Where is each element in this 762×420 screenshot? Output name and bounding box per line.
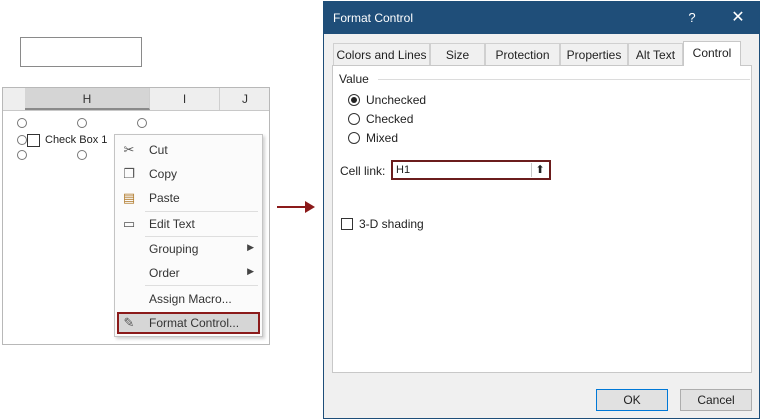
cell-link-input[interactable]	[396, 163, 526, 177]
column-header-i[interactable]: I	[150, 88, 220, 110]
tab-alt-text[interactable]: Alt Text	[628, 43, 683, 65]
check-box-1[interactable]	[27, 134, 40, 147]
menu-item-label: Format Control...	[149, 316, 240, 330]
menu-item-cut[interactable]: ✂ Cut	[117, 139, 260, 161]
format-control-icon: ✎	[123, 315, 135, 330]
pointer-arrow	[277, 206, 307, 208]
dialog-titlebar[interactable]: Format Control ? ✕	[324, 2, 759, 34]
menu-item-label: Paste	[149, 191, 180, 205]
menu-item-edit-text[interactable]: ▭ Edit Text	[117, 213, 260, 235]
submenu-arrow-icon: ▶	[247, 266, 254, 276]
3d-shading-label[interactable]: 3-D shading	[359, 217, 424, 231]
check-box-1-label: Check Box 1	[45, 134, 108, 146]
menu-item-label: Copy	[149, 167, 178, 181]
menu-item-copy[interactable]: ❐ Copy	[117, 163, 260, 185]
tab-colors-and-lines[interactable]: Colors and Lines	[333, 43, 430, 65]
pointer-arrow-head	[305, 201, 315, 213]
close-icon[interactable]: ✕	[726, 8, 750, 28]
value-group-label: Value	[339, 72, 369, 86]
cell-link-field[interactable]: ⬆	[391, 160, 551, 180]
tab-size[interactable]: Size	[430, 43, 485, 65]
paste-icon: ▤	[122, 190, 136, 205]
radio-checked-label[interactable]: Checked	[366, 112, 413, 126]
menu-item-paste[interactable]: ▤ Paste	[117, 187, 260, 209]
radio-checked[interactable]	[348, 113, 360, 125]
menu-item-format-control[interactable]: ✎ Format Control...	[117, 312, 260, 334]
menu-separator	[145, 211, 258, 212]
menu-separator	[145, 236, 258, 237]
format-control-dialog: Format Control ? ✕ Colors and Lines Size…	[323, 1, 760, 419]
help-button[interactable]: ?	[680, 8, 704, 28]
menu-item-order[interactable]: Order ▶	[117, 262, 260, 284]
menu-item-label: Assign Macro...	[149, 292, 232, 306]
group-divider	[378, 79, 750, 80]
menu-item-grouping[interactable]: Grouping ▶	[117, 238, 260, 260]
tab-control[interactable]: Control	[683, 41, 741, 66]
3d-shading-checkbox[interactable]	[341, 218, 353, 230]
submenu-arrow-icon: ▶	[247, 242, 254, 252]
resize-handle[interactable]	[137, 118, 147, 128]
radio-unchecked-label[interactable]: Unchecked	[366, 93, 426, 107]
context-menu: ✂ Cut ❐ Copy ▤ Paste ▭ Edit Text Groupin…	[114, 134, 263, 337]
menu-item-label: Grouping	[149, 242, 199, 256]
menu-item-label: Cut	[149, 143, 168, 157]
copy-icon: ❐	[123, 166, 135, 181]
tab-protection[interactable]: Protection	[485, 43, 560, 65]
cell-link-label: Cell link:	[340, 164, 386, 178]
ok-button[interactable]: OK	[596, 389, 668, 411]
resize-handle[interactable]	[17, 118, 27, 128]
column-header-h[interactable]: H	[25, 88, 150, 110]
menu-separator	[145, 285, 258, 286]
column-header-j[interactable]: J	[220, 88, 270, 110]
radio-unchecked[interactable]	[348, 94, 360, 106]
collapse-dialog-icon[interactable]: ⬆	[531, 163, 548, 177]
scissors-icon: ✂	[123, 142, 135, 157]
radio-mixed-label[interactable]: Mixed	[366, 131, 398, 145]
cancel-button[interactable]: Cancel	[680, 389, 752, 411]
menu-item-label: Order	[149, 266, 180, 280]
menu-item-label: Edit Text	[149, 217, 195, 231]
checkbox-control-frame[interactable]	[20, 37, 142, 67]
tab-properties[interactable]: Properties	[560, 43, 628, 65]
dialog-title: Format Control	[333, 11, 414, 25]
edit-text-icon: ▭	[122, 216, 136, 231]
radio-mixed[interactable]	[348, 132, 360, 144]
resize-handle[interactable]	[77, 150, 87, 160]
resize-handle[interactable]	[17, 135, 27, 145]
column-header-bar: H I J	[3, 88, 269, 111]
resize-handle[interactable]	[77, 118, 87, 128]
menu-item-assign-macro[interactable]: Assign Macro...	[117, 288, 260, 310]
resize-handle[interactable]	[17, 150, 27, 160]
